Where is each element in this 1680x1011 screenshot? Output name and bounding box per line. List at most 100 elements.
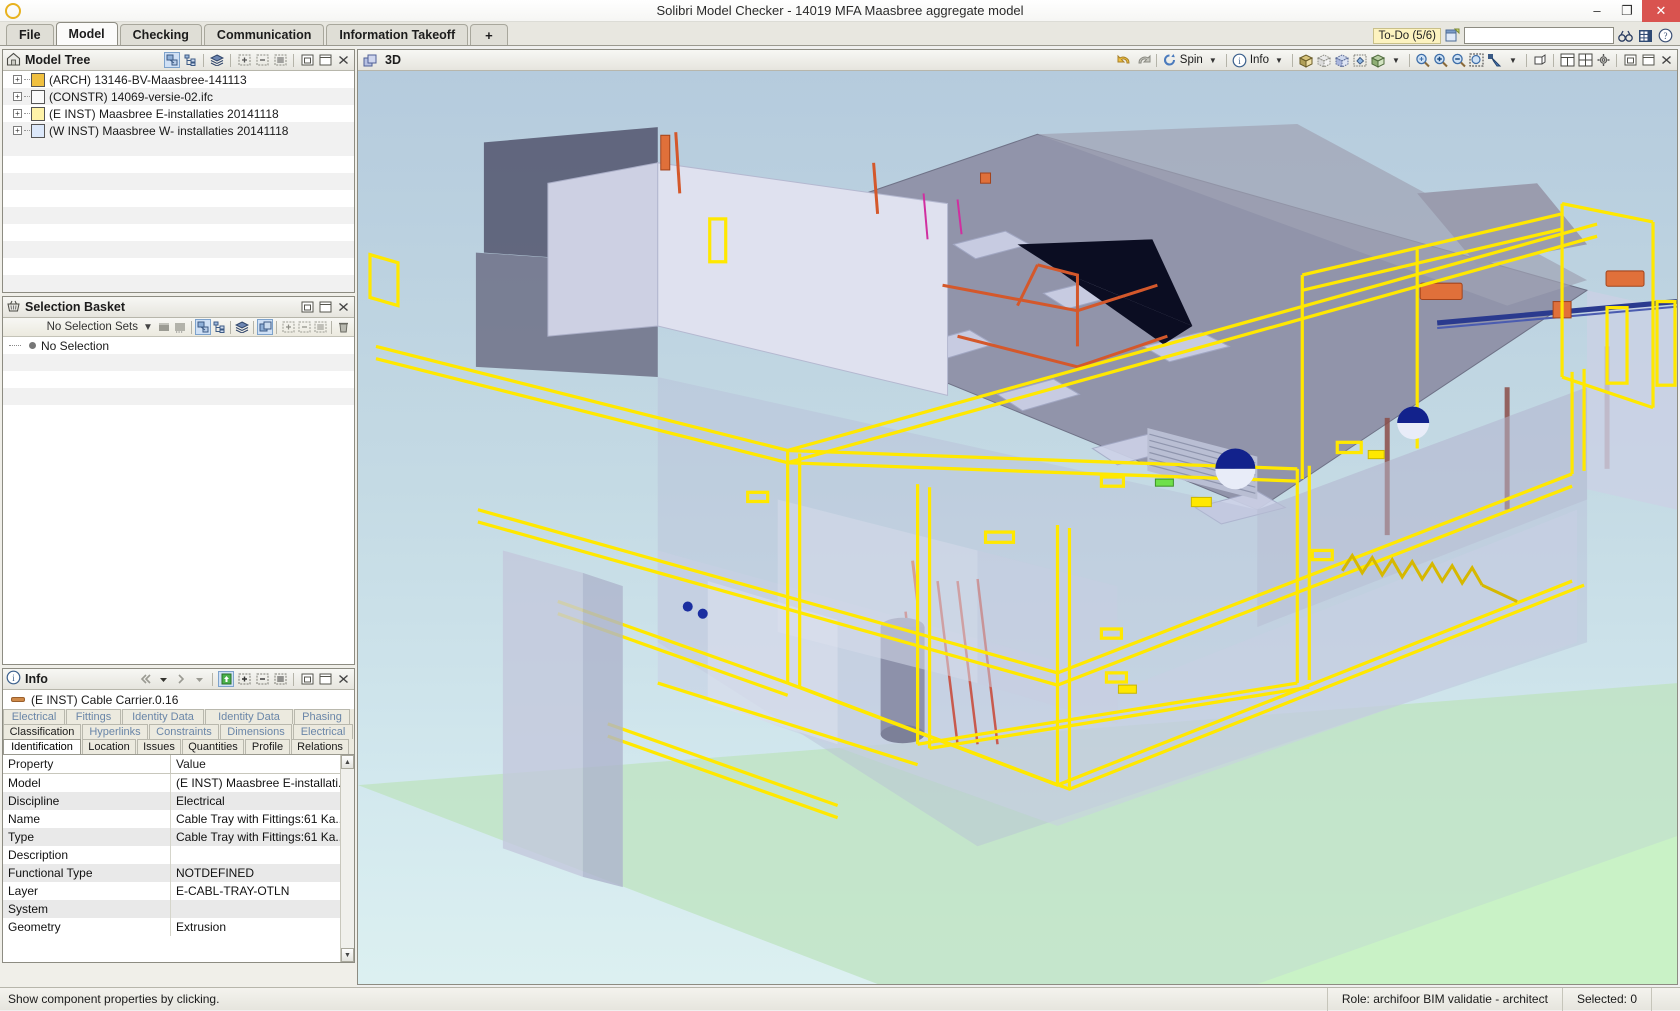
chevron-down-icon[interactable]: ▼	[1205, 52, 1221, 68]
previous-double-arrow-icon[interactable]	[137, 671, 153, 687]
remove-from-basket-icon[interactable]	[172, 319, 188, 335]
tree-item-e-inst[interactable]: + (E INST) Maasbree E-installaties 20141…	[3, 105, 354, 122]
layout-split-icon[interactable]	[1559, 52, 1575, 68]
maximize-panel-icon[interactable]	[317, 52, 333, 68]
table-row[interactable]: Layer E-CABL-TRAY-OTLN	[3, 882, 354, 900]
table-row[interactable]: Description	[3, 846, 354, 864]
table-row[interactable]: Discipline Electrical	[3, 792, 354, 810]
expand-all-icon[interactable]	[280, 319, 296, 335]
zoom-fit-icon[interactable]	[1415, 52, 1431, 68]
expand-icon[interactable]: +	[13, 109, 22, 118]
scroll-down-arrow-icon[interactable]: ▼	[341, 948, 354, 962]
tab-quantities[interactable]: Quantities	[182, 739, 244, 754]
spin-icon[interactable]	[1162, 52, 1178, 68]
tree-item-arch[interactable]: + (ARCH) 13146-BV-Maasbree-141113	[3, 71, 354, 88]
redo-arrow-icon[interactable]	[1135, 52, 1151, 68]
binoculars-icon[interactable]	[1617, 27, 1634, 44]
model-tree-list[interactable]: + (ARCH) 13146-BV-Maasbree-141113 + (CON…	[3, 71, 354, 292]
tree-structure-icon[interactable]	[211, 319, 227, 335]
view3d-canvas[interactable]	[358, 71, 1677, 984]
tab-model[interactable]: Model	[56, 22, 118, 45]
maximize-panel-icon[interactable]	[317, 299, 333, 315]
tab-location[interactable]: Location	[82, 739, 136, 754]
zoom-out-icon[interactable]	[1451, 52, 1467, 68]
spin-mode-label[interactable]: Spin	[1180, 54, 1203, 66]
film-icon[interactable]	[1637, 27, 1654, 44]
selection-basket-content[interactable]: No Selection	[3, 337, 354, 664]
tab-hyperlinks[interactable]: Hyperlinks	[82, 724, 148, 739]
collapse-all-icon[interactable]	[296, 319, 312, 335]
zoom-area-icon[interactable]	[1469, 52, 1485, 68]
restore-panel-icon[interactable]	[299, 52, 315, 68]
expand-icon[interactable]: +	[13, 92, 22, 101]
tab-identity-data-1[interactable]: Identity Data	[122, 709, 204, 724]
tab-file[interactable]: File	[6, 24, 54, 45]
tab-constraints[interactable]: Constraints	[149, 724, 219, 739]
restore-panel-icon[interactable]	[1622, 52, 1638, 68]
expand-all-icon[interactable]	[236, 671, 252, 687]
transparent-cube-icon[interactable]	[1316, 52, 1332, 68]
collapse-all-icon[interactable]	[254, 671, 270, 687]
resize-grip-icon[interactable]	[1651, 988, 1680, 1011]
settings-icon[interactable]	[1595, 52, 1611, 68]
chevron-down-icon[interactable]	[155, 671, 171, 687]
todo-badge[interactable]: To-Do (5/6)	[1373, 28, 1441, 44]
shaded-cube-icon[interactable]	[1370, 52, 1386, 68]
tab-profile[interactable]: Profile	[245, 739, 290, 754]
expand-icon[interactable]: +	[13, 75, 22, 84]
search-input[interactable]	[1464, 27, 1614, 44]
select-hierarchy-icon[interactable]	[164, 52, 180, 68]
selection-sets-label[interactable]: No Selection Sets	[47, 321, 138, 333]
tab-phasing[interactable]: Phasing	[294, 709, 350, 724]
select-hierarchy-icon[interactable]	[195, 319, 211, 335]
tab-identification[interactable]: Identification	[3, 739, 81, 754]
chevron-down-icon[interactable]: ▼	[1271, 52, 1287, 68]
tab-classification[interactable]: Classification	[3, 724, 81, 739]
tree-item-w-inst[interactable]: + (W INST) Maasbree W- installaties 2014…	[3, 122, 354, 139]
layers-icon[interactable]	[209, 52, 225, 68]
tab-dimensions[interactable]: Dimensions	[220, 724, 292, 739]
maximize-panel-icon[interactable]	[1640, 52, 1656, 68]
list-view-icon[interactable]	[272, 671, 288, 687]
collapse-all-icon[interactable]	[254, 52, 270, 68]
close-panel-icon[interactable]	[335, 671, 351, 687]
tab-checking[interactable]: Checking	[120, 24, 202, 45]
tab-communication[interactable]: Communication	[204, 24, 324, 45]
paint-bucket-cube-icon[interactable]	[1352, 52, 1368, 68]
todo-layout-icon[interactable]	[1444, 27, 1461, 44]
info-mode-label[interactable]: Info	[1250, 54, 1269, 66]
chevron-down-icon[interactable]	[191, 671, 207, 687]
pick-arrow-icon[interactable]	[1487, 52, 1503, 68]
restore-panel-icon[interactable]	[299, 671, 315, 687]
property-table-scrollbar[interactable]: ▲ ▼	[340, 755, 354, 962]
list-view-icon[interactable]	[272, 52, 288, 68]
basket-select-icon[interactable]	[257, 319, 273, 335]
table-row[interactable]: Geometry Extrusion	[3, 918, 354, 936]
undo-arrow-icon[interactable]	[1117, 52, 1133, 68]
tab-issues[interactable]: Issues	[137, 739, 181, 754]
add-to-basket-icon[interactable]	[156, 319, 172, 335]
chevron-down-icon[interactable]: ▼	[1505, 52, 1521, 68]
table-row[interactable]: Type Cable Tray with Fittings:61 Ka...	[3, 828, 354, 846]
wireframe-cube-icon[interactable]	[1334, 52, 1350, 68]
layout-grid-icon[interactable]	[1577, 52, 1593, 68]
chevron-down-icon[interactable]: ▼	[1388, 52, 1404, 68]
info-circle-icon[interactable]: i	[1232, 52, 1248, 68]
refresh-green-icon[interactable]	[218, 671, 234, 687]
close-panel-icon[interactable]	[335, 52, 351, 68]
tab-add-new[interactable]: +	[470, 24, 508, 45]
tab-relations[interactable]: Relations	[291, 739, 349, 754]
tree-structure-icon[interactable]	[182, 52, 198, 68]
section-box-icon[interactable]	[1532, 52, 1548, 68]
delete-icon[interactable]	[335, 319, 351, 335]
expand-icon[interactable]: +	[13, 126, 22, 135]
maximize-panel-icon[interactable]	[317, 671, 333, 687]
layers-icon[interactable]	[234, 319, 250, 335]
tab-fittings[interactable]: Fittings	[66, 709, 121, 724]
tab-electrical[interactable]: Electrical	[3, 709, 65, 724]
list-view-icon[interactable]	[312, 319, 328, 335]
tree-item-constr[interactable]: + (CONSTR) 14069-versie-02.ifc	[3, 88, 354, 105]
close-panel-icon[interactable]	[335, 299, 351, 315]
tab-identity-data-2[interactable]: Identity Data	[205, 709, 293, 724]
tab-electrical-2[interactable]: Electrical	[293, 724, 353, 739]
